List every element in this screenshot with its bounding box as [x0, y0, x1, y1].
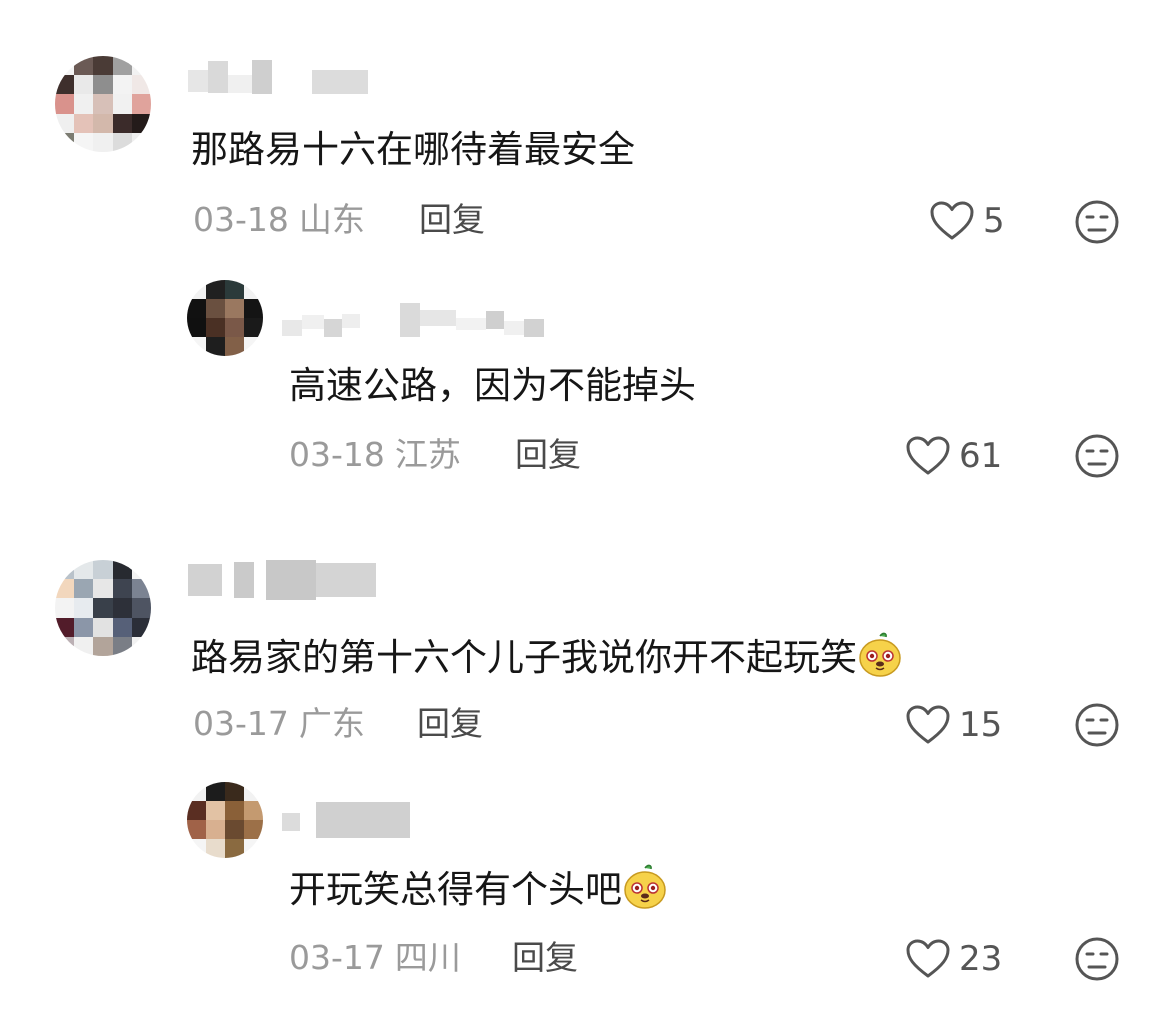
- comment-meta: 03-17 四川: [289, 938, 461, 978]
- heart-icon: [906, 939, 950, 978]
- comment-text: 那路易十六在哪待着最安全: [191, 128, 635, 171]
- like-count: 61: [959, 436, 1003, 476]
- comment-location: 山东: [298, 200, 365, 239]
- comment-date: 03-17: [289, 938, 385, 977]
- reply-button[interactable]: 回复: [417, 704, 483, 744]
- comment-location: 广东: [298, 704, 365, 743]
- reply-button[interactable]: 回复: [515, 435, 581, 475]
- dislike-face-icon[interactable]: [1074, 433, 1120, 479]
- comment-location: 江苏: [394, 435, 461, 474]
- dislike-face-icon[interactable]: [1074, 936, 1120, 982]
- comment-location: 四川: [394, 938, 461, 977]
- avatar[interactable]: [187, 782, 263, 858]
- username-blurred[interactable]: [282, 800, 410, 840]
- heart-icon: [930, 201, 974, 240]
- comment-meta: 03-17 广东: [193, 704, 365, 744]
- comment-date: 03-17: [193, 704, 289, 743]
- dislike-face-icon[interactable]: [1074, 199, 1120, 245]
- comment-meta: 03-18 江苏: [289, 435, 461, 475]
- doge-emoji: [859, 632, 901, 677]
- doge-emoji: [624, 864, 666, 909]
- comment-text: 开玩笑总得有个头吧: [289, 864, 668, 914]
- username-blurred[interactable]: [188, 58, 368, 96]
- avatar[interactable]: [55, 560, 151, 656]
- comment-text: 路易家的第十六个儿子我说你开不起玩笑: [191, 632, 903, 682]
- username-blurred[interactable]: [188, 560, 376, 600]
- avatar[interactable]: [55, 56, 151, 152]
- avatar[interactable]: [187, 280, 263, 356]
- reply-button[interactable]: 回复: [512, 938, 578, 978]
- like-button[interactable]: 61: [905, 435, 1002, 477]
- reply-button[interactable]: 回复: [419, 200, 485, 240]
- dislike-face-icon[interactable]: [1074, 702, 1120, 748]
- heart-icon: [906, 705, 950, 744]
- comment-text: 高速公路，因为不能掉头: [289, 364, 696, 407]
- like-count: 15: [959, 705, 1003, 745]
- like-button[interactable]: 15: [905, 704, 1002, 746]
- like-count: 5: [983, 201, 1005, 241]
- comment-meta: 03-18 山东: [193, 200, 365, 240]
- like-button[interactable]: 23: [905, 938, 1002, 980]
- like-count: 23: [959, 939, 1003, 979]
- like-button[interactable]: 5: [929, 200, 1005, 242]
- comment-date: 03-18: [289, 435, 385, 474]
- heart-icon: [906, 436, 950, 475]
- username-blurred[interactable]: [282, 298, 544, 338]
- comment-date: 03-18: [193, 200, 289, 239]
